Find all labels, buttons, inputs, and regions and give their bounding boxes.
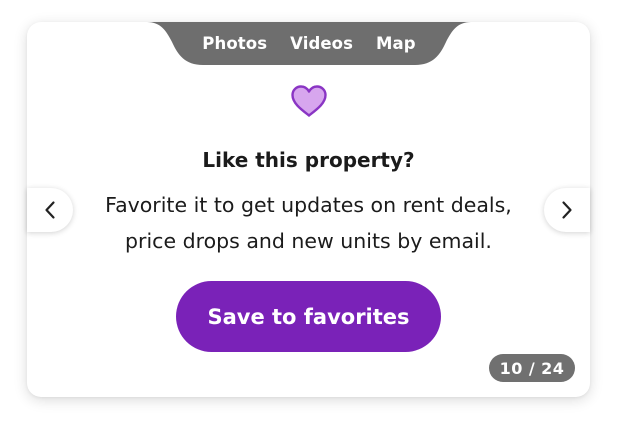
save-to-favorites-button[interactable]: Save to favorites — [176, 281, 441, 352]
next-button[interactable] — [544, 188, 590, 232]
card-description: Favorite it to get updates on rent deals… — [27, 187, 590, 259]
chevron-right-icon — [562, 201, 572, 219]
media-tab-bar: Photos Videos Map — [147, 22, 471, 65]
previous-button[interactable] — [27, 188, 73, 232]
counter-total: 24 — [541, 358, 565, 378]
description-line-2: price drops and new units by email. — [125, 229, 492, 253]
counter-separator: / — [528, 358, 536, 378]
tab-videos[interactable]: Videos — [290, 34, 353, 53]
chevron-left-icon — [45, 201, 55, 219]
card-title: Like this property? — [202, 148, 415, 172]
tab-photos[interactable]: Photos — [202, 34, 267, 53]
tab-map[interactable]: Map — [376, 34, 416, 53]
description-line-1: Favorite it to get updates on rent deals… — [105, 193, 512, 217]
slide-counter: 10 / 24 — [489, 354, 575, 382]
counter-current: 10 — [499, 358, 523, 378]
heart-icon — [290, 84, 328, 118]
